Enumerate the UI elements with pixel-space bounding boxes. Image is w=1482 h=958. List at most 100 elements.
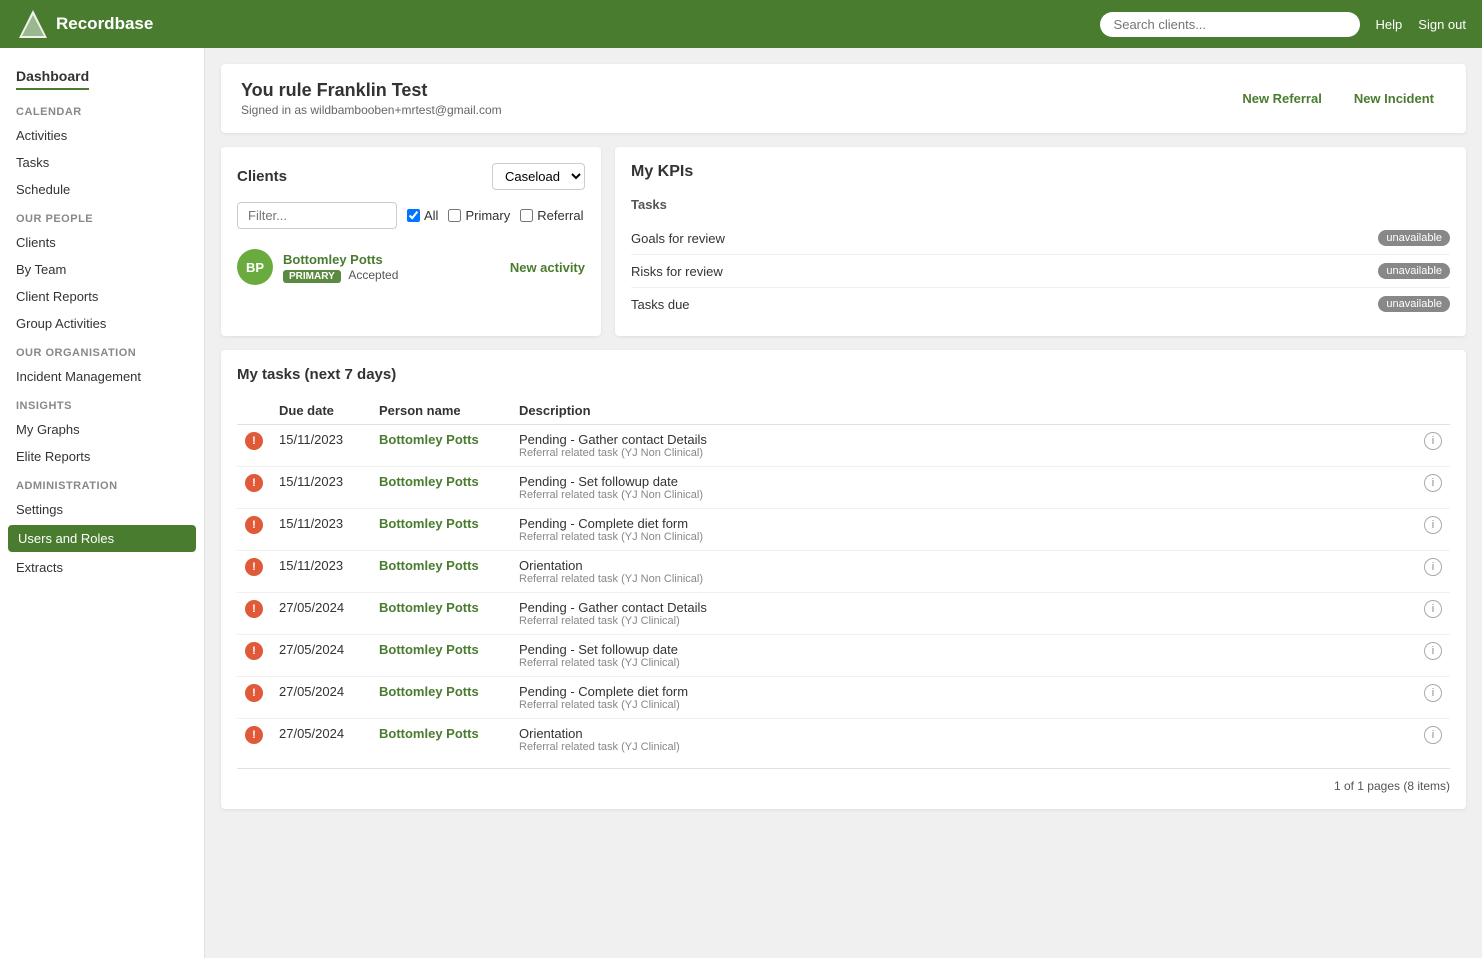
person-link[interactable]: Bottomley Potts [379,474,479,489]
task-info-cell: i [1416,635,1450,677]
th-due-date: Due date [271,397,371,425]
sidebar-item-by-team[interactable]: By Team [0,256,204,283]
sidebar-item-clients[interactable]: Clients [0,229,204,256]
sidebar-section-administration: ADMINISTRATION Settings Users and Roles … [0,470,204,581]
tasks-table-body: ! 15/11/2023 Bottomley Potts Pending - G… [237,425,1450,761]
kpi-label-goals: Goals for review [631,231,725,246]
tasks-table: Due date Person name Description ! 15/11… [237,397,1450,760]
sidebar-item-client-reports[interactable]: Client Reports [0,283,204,310]
tasks-title: My tasks (next 7 days) [237,366,1450,383]
task-desc-sub: Referral related task (YJ Clinical) [519,699,1408,711]
task-date: 15/11/2023 [271,425,371,467]
task-desc: Pending - Gather contact Details Referra… [511,425,1416,467]
table-row: ! 15/11/2023 Bottomley Potts Orientation… [237,551,1450,593]
kpi-badge-risks: unavailable [1378,263,1450,279]
sidebar-item-incident-management[interactable]: Incident Management [0,363,204,390]
signed-in-text: Signed in as wildbambooben+mrtest@gmail.… [241,103,502,117]
table-row: ! 15/11/2023 Bottomley Potts Pending - C… [237,509,1450,551]
person-link[interactable]: Bottomley Potts [379,558,479,573]
sidebar-dashboard[interactable]: Dashboard [0,60,204,96]
info-icon[interactable]: i [1424,558,1442,576]
sidebar-item-tasks[interactable]: Tasks [0,149,204,176]
new-referral-button[interactable]: New Referral [1230,85,1333,112]
sign-out-link[interactable]: Sign out [1418,17,1466,32]
alert-icon: ! [245,474,263,492]
task-desc-main: Pending - Gather contact Details [519,432,1408,447]
tasks-table-header: Due date Person name Description [237,397,1450,425]
person-link[interactable]: Bottomley Potts [379,726,479,741]
kpis-section-label: Tasks [631,197,1450,212]
task-info-cell: i [1416,467,1450,509]
sidebar-item-extracts[interactable]: Extracts [0,554,204,581]
th-person-name: Person name [371,397,511,425]
client-name-row: Bottomley Potts [283,252,398,267]
kpis-panel: My KPIs Tasks Goals for review unavailab… [615,147,1466,336]
task-info-cell: i [1416,677,1450,719]
sidebar-section-insights: INSIGHTS My Graphs Elite Reports [0,390,204,470]
info-icon[interactable]: i [1424,726,1442,744]
person-link[interactable]: Bottomley Potts [379,516,479,531]
sidebar-item-users-and-roles[interactable]: Users and Roles [8,525,196,552]
alert-icon: ! [245,558,263,576]
task-desc-main: Orientation [519,726,1408,741]
th-icon [237,397,271,425]
person-link[interactable]: Bottomley Potts [379,642,479,657]
task-desc-main: Orientation [519,558,1408,573]
info-icon[interactable]: i [1424,474,1442,492]
task-date: 15/11/2023 [271,551,371,593]
sidebar-item-my-graphs[interactable]: My Graphs [0,416,204,443]
referral-checkbox-label[interactable]: Referral [520,208,583,223]
info-icon[interactable]: i [1424,432,1442,450]
sidebar-section-calendar: CALENDAR Activities Tasks Schedule [0,96,204,203]
task-desc-sub: Referral related task (YJ Clinical) [519,741,1408,753]
info-icon[interactable]: i [1424,600,1442,618]
info-icon[interactable]: i [1424,684,1442,702]
task-desc-sub: Referral related task (YJ Non Clinical) [519,531,1408,543]
alert-icon: ! [245,684,263,702]
person-link[interactable]: Bottomley Potts [379,600,479,615]
referral-checkbox[interactable] [520,209,533,222]
client-status: Accepted [348,268,398,282]
sidebar-item-group-activities[interactable]: Group Activities [0,310,204,337]
kpi-row-goals: Goals for review unavailable [631,222,1450,255]
search-input[interactable] [1100,12,1360,37]
all-checkbox[interactable] [407,209,420,222]
info-icon[interactable]: i [1424,516,1442,534]
sidebar-item-settings[interactable]: Settings [0,496,204,523]
task-info-cell: i [1416,719,1450,761]
primary-checkbox[interactable] [448,209,461,222]
client-name-link[interactable]: Bottomley Potts [283,252,383,267]
task-info-cell: i [1416,509,1450,551]
sidebar-item-schedule[interactable]: Schedule [0,176,204,203]
sidebar-item-elite-reports[interactable]: Elite Reports [0,443,204,470]
client-details: Bottomley Potts PRIMARY Accepted [283,252,398,282]
sidebar-item-activities[interactable]: Activities [0,122,204,149]
table-row: ! 27/05/2024 Bottomley Potts Pending - S… [237,635,1450,677]
task-info-cell: i [1416,593,1450,635]
content-grid: Clients Caseload All Active All [221,147,1466,336]
client-row: BP Bottomley Potts PRIMARY Accepted New … [237,243,585,291]
task-person: Bottomley Potts [371,593,511,635]
header-actions: New Referral New Incident [1230,85,1446,112]
table-row: ! 27/05/2024 Bottomley Potts Orientation… [237,719,1450,761]
all-checkbox-label[interactable]: All [407,208,438,223]
sidebar-section-our-people: OUR PEOPLE Clients By Team Client Report… [0,203,204,337]
primary-checkbox-label[interactable]: Primary [448,208,510,223]
person-link[interactable]: Bottomley Potts [379,432,479,447]
table-row: ! 27/05/2024 Bottomley Potts Pending - C… [237,677,1450,719]
filter-input[interactable] [237,202,397,229]
clients-panel: Clients Caseload All Active All [221,147,601,336]
task-desc-sub: Referral related task (YJ Non Clinical) [519,489,1408,501]
person-link[interactable]: Bottomley Potts [379,684,479,699]
kpi-row-tasks: Tasks due unavailable [631,288,1450,320]
caseload-select[interactable]: Caseload All Active [492,163,585,190]
tasks-panel: My tasks (next 7 days) Due date Person n… [221,350,1466,809]
new-incident-button[interactable]: New Incident [1342,85,1446,112]
info-icon[interactable]: i [1424,642,1442,660]
alert-icon: ! [245,516,263,534]
help-link[interactable]: Help [1376,17,1403,32]
new-activity-link[interactable]: New activity [510,260,585,275]
th-description: Description [511,397,1416,425]
task-desc-sub: Referral related task (YJ Non Clinical) [519,573,1408,585]
table-row: ! 15/11/2023 Bottomley Potts Pending - G… [237,425,1450,467]
